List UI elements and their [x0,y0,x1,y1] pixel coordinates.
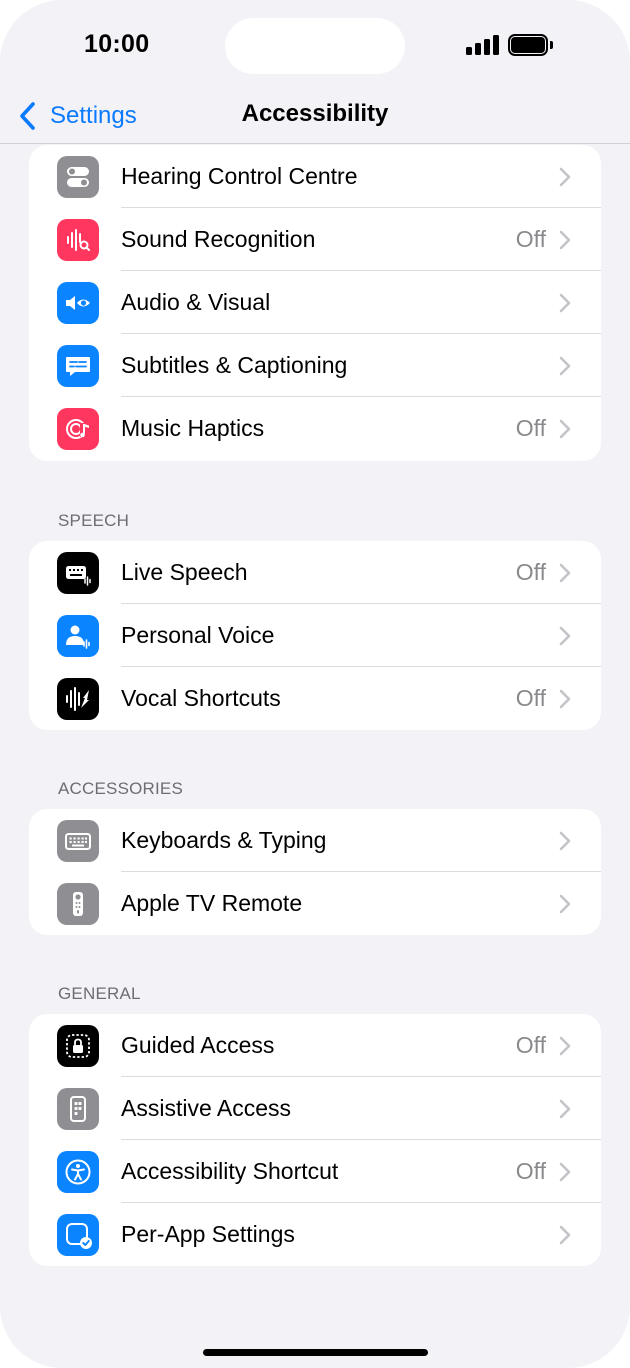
row-label: Subtitles & Captioning [121,352,348,378]
waveform-arrow-icon [57,678,99,720]
row-per-app-settings[interactable]: Per-App Settings [29,1203,601,1266]
row-label: Keyboards & Typing [121,827,327,853]
battery-icon [508,34,554,56]
phone-screen: 10:00 Settings Accessibility Hearing Con… [0,0,630,1368]
chevron-right-icon [559,831,571,851]
row-vocal-shortcuts[interactable]: Vocal Shortcuts Off [29,667,601,730]
row-label: Vocal Shortcuts [121,685,281,711]
caption-bubble-icon [57,345,99,387]
row-keyboards-typing[interactable]: Keyboards & Typing [29,809,601,872]
assistive-access-icon [57,1088,99,1130]
music-haptics-icon [57,408,99,450]
speaker-eye-icon [57,282,99,324]
row-value: Off [515,685,546,711]
chevron-right-icon [559,626,571,646]
chevron-right-icon [559,293,571,313]
row-value: Off [515,1032,546,1058]
row-value: Off [515,1158,546,1184]
row-audio-visual[interactable]: Audio & Visual [29,271,601,334]
row-label: Live Speech [121,559,248,585]
tv-remote-icon [57,883,99,925]
hearing-group: Hearing Control Centre Sound Recognition… [29,145,601,461]
row-music-haptics[interactable]: Music Haptics Off [29,397,601,460]
chevron-right-icon [559,1225,571,1245]
navigation-bar: Settings Accessibility [0,90,630,144]
speech-group: Live Speech Off Personal Voice Vocal Sho… [29,541,601,730]
row-label: Audio & Visual [121,289,271,315]
row-label: Per-App Settings [121,1221,295,1247]
cellular-signal-icon [466,35,500,55]
chevron-right-icon [559,419,571,439]
person-waveform-icon [57,615,99,657]
accessibility-icon [57,1151,99,1193]
row-label: Guided Access [121,1032,275,1058]
keyboard-icon [57,820,99,862]
chevron-right-icon [559,1099,571,1119]
row-value: Off [515,415,546,441]
dynamic-island [225,18,405,74]
row-value: Off [515,226,546,252]
chevron-right-icon [559,1036,571,1056]
row-accessibility-shortcut[interactable]: Accessibility Shortcut Off [29,1140,601,1203]
chevron-right-icon [559,894,571,914]
row-label: Assistive Access [121,1095,291,1121]
section-header-general: GENERAL [58,984,141,1003]
row-apple-tv-remote[interactable]: Apple TV Remote [29,872,601,935]
row-live-speech[interactable]: Live Speech Off [29,541,601,604]
status-bar: 10:00 [0,0,630,90]
section-header-speech: SPEECH [58,511,130,530]
app-checkmark-icon [57,1214,99,1256]
row-value: Off [515,559,546,585]
chevron-right-icon [559,167,571,187]
home-indicator[interactable] [203,1349,428,1356]
row-label: Apple TV Remote [121,890,303,916]
toggle-switches-icon [57,156,99,198]
row-hearing-control-centre[interactable]: Hearing Control Centre [29,145,601,208]
chevron-right-icon [559,230,571,250]
keyboard-waveform-icon [57,552,99,594]
row-label: Personal Voice [121,622,275,648]
row-subtitles-captioning[interactable]: Subtitles & Captioning [29,334,601,397]
chevron-right-icon [559,356,571,376]
lock-dashed-frame-icon [57,1025,99,1067]
row-guided-access[interactable]: Guided Access Off [29,1014,601,1077]
row-personal-voice[interactable]: Personal Voice [29,604,601,667]
row-label: Sound Recognition [121,226,316,252]
settings-list[interactable]: Hearing Control Centre Sound Recognition… [0,145,630,1368]
chevron-right-icon [559,563,571,583]
row-label: Music Haptics [121,415,265,441]
chevron-right-icon [559,689,571,709]
row-label: Accessibility Shortcut [121,1158,339,1184]
section-header-accessories: ACCESSORIES [58,779,184,798]
status-time: 10:00 [84,30,150,58]
general-group: Guided Access Off Assistive Access Acces… [29,1014,601,1266]
waveform-search-icon [57,219,99,261]
row-label: Hearing Control Centre [121,163,358,189]
accessories-group: Keyboards & Typing Apple TV Remote [29,809,601,935]
row-sound-recognition[interactable]: Sound Recognition Off [29,208,601,271]
row-assistive-access[interactable]: Assistive Access [29,1077,601,1140]
page-title: Accessibility [241,100,389,127]
chevron-right-icon [559,1162,571,1182]
